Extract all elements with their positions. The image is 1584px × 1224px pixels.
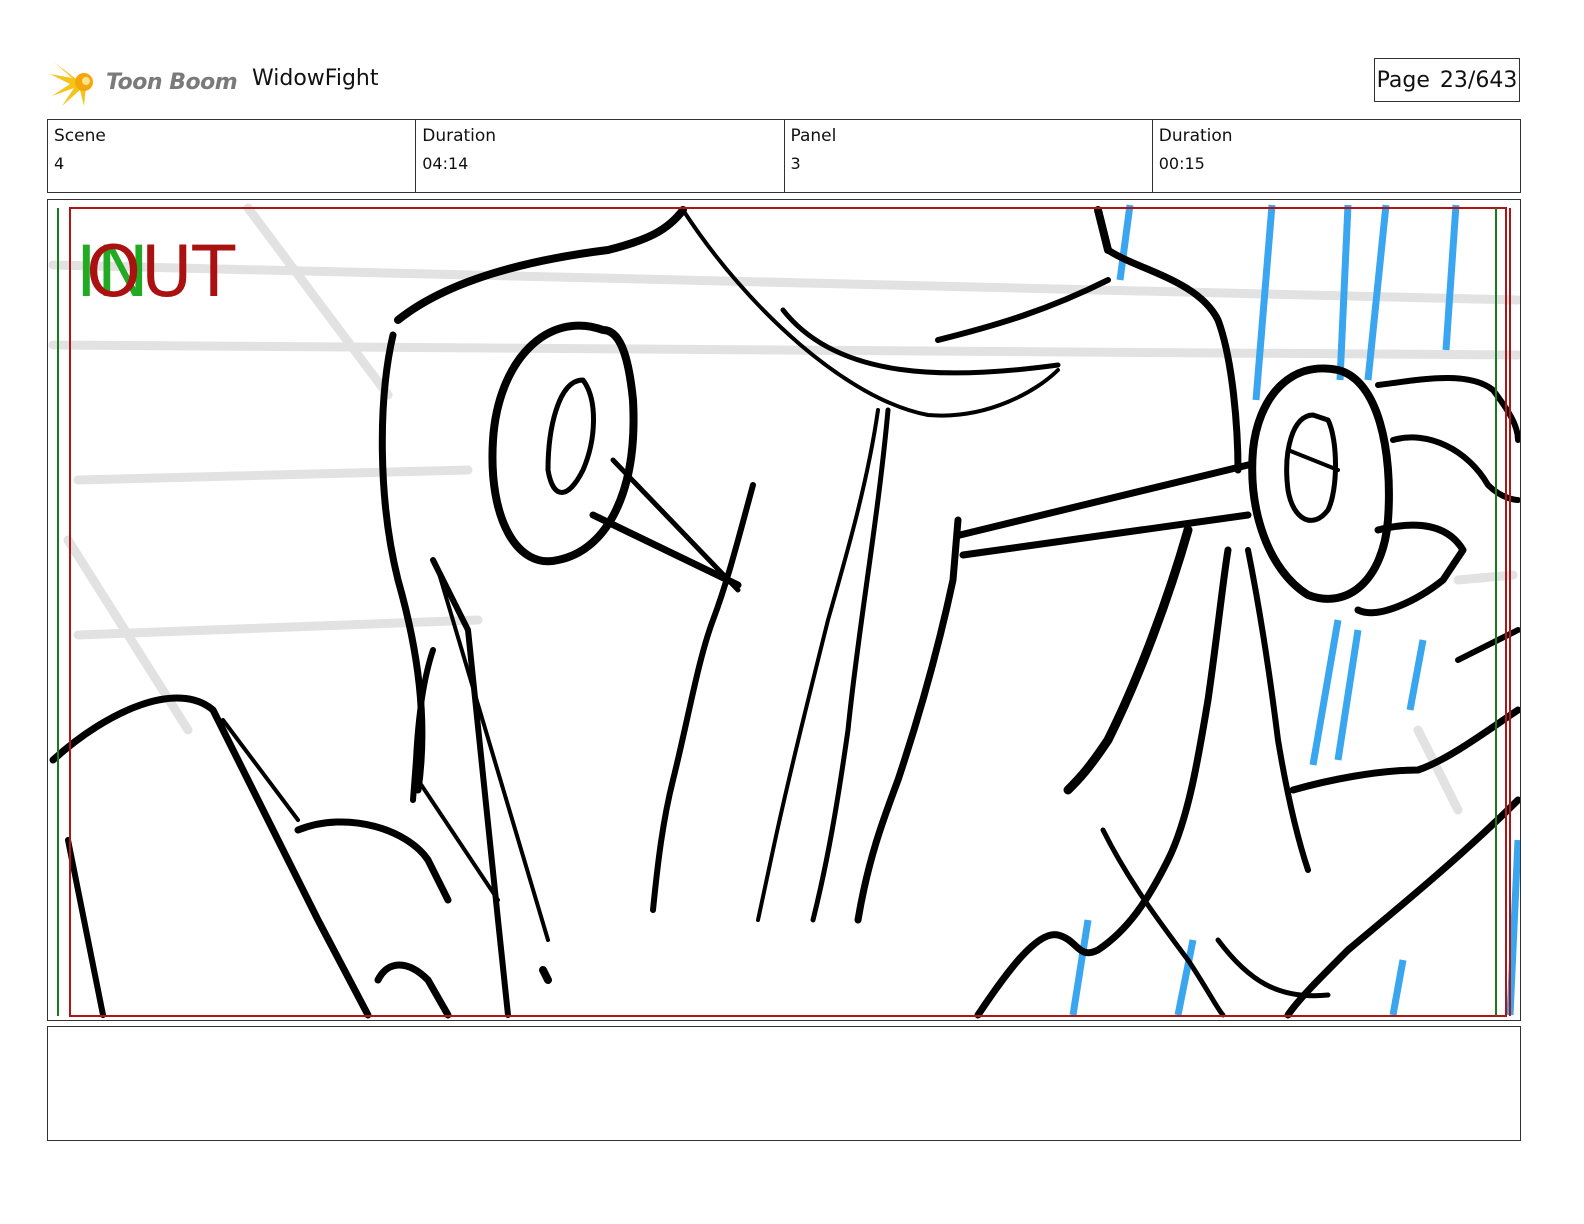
scene-label: Scene (54, 126, 106, 146)
camera-frame-out (69, 207, 1507, 1017)
starburst-logo-icon (50, 62, 93, 106)
panel-notes[interactable] (47, 1026, 1521, 1141)
panel-label: Panel (790, 126, 837, 146)
panel-duration-label: Duration (1158, 126, 1233, 146)
scene-duration-value: 04:14 (422, 154, 469, 173)
scene-duration-cell: Duration 04:14 (416, 120, 785, 192)
character-ink (49, 206, 1520, 1019)
logo-text: Toon Boom (106, 69, 238, 95)
toon-boom-logo: Toon Boom (50, 56, 240, 108)
scene-value: 4 (54, 154, 65, 173)
out-marker: OUT (86, 231, 235, 313)
panel-cell: Panel 3 (785, 120, 1153, 192)
panel-value: 3 (790, 154, 801, 173)
panel-duration-cell: Duration 00:15 (1153, 120, 1520, 192)
page-indicator: Page 23/643 (1374, 58, 1520, 102)
storyboard-sketch: IN OUT (48, 203, 1520, 1019)
storyboard-info-row: Scene 4 Duration 04:14 Panel 3 Duration … (47, 119, 1521, 193)
project-title: WidowFight (252, 66, 379, 91)
scene-duration-label: Duration (422, 126, 497, 146)
panel-duration-value: 00:15 (1158, 154, 1205, 173)
background-grid (48, 203, 1520, 815)
page-label: Page (1376, 67, 1430, 93)
scene-cell: Scene 4 (48, 120, 417, 192)
panel-drawing-frame: IN OUT (47, 199, 1521, 1021)
page-value: 23/643 (1439, 67, 1518, 93)
